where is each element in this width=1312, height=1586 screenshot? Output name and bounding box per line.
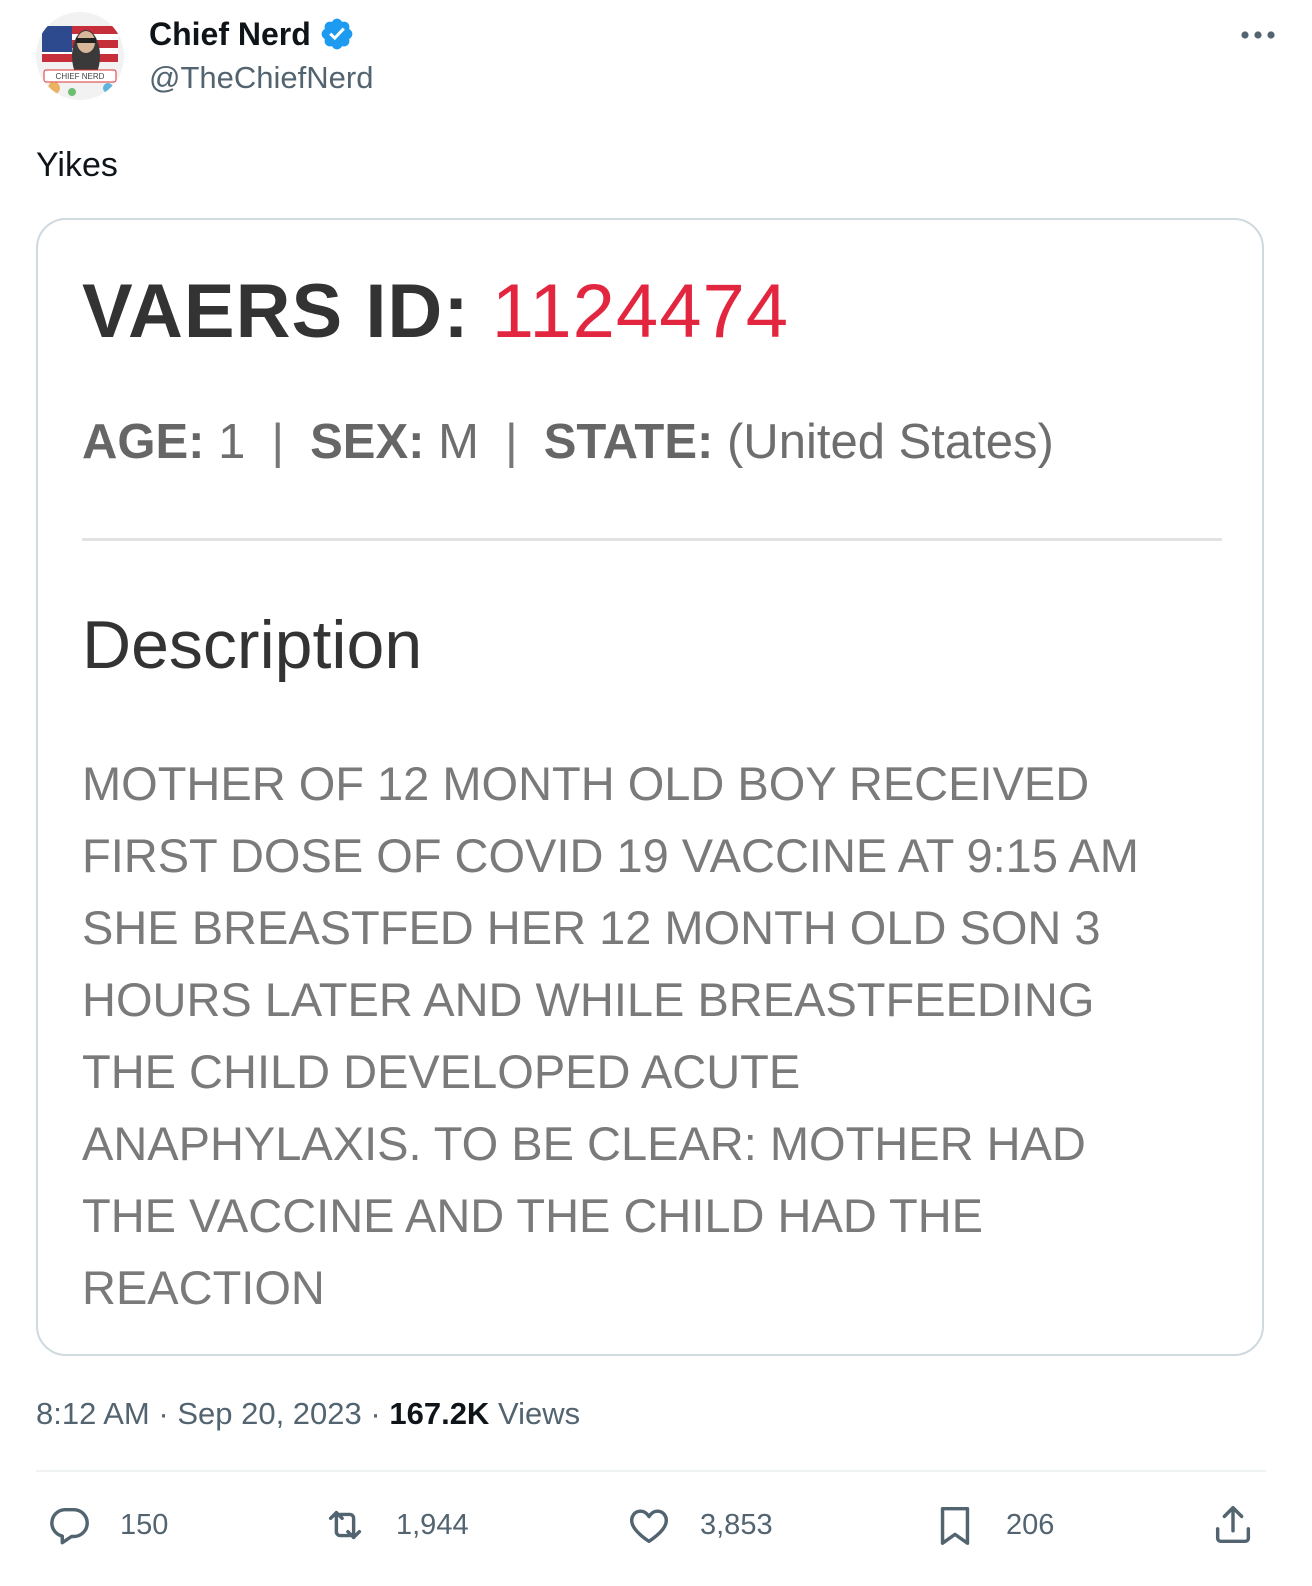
- description-line: ANAPHYLAXIS. TO BE CLEAR: MOTHER HAD: [82, 1117, 1086, 1170]
- reply-count: 150: [120, 1509, 169, 1541]
- age-value: 1: [218, 415, 246, 469]
- tweet-meta: 8:12 AM · Sep 20, 2023 · 167.2K Views: [36, 1394, 580, 1434]
- retweet-count: 1,944: [396, 1509, 469, 1541]
- reply-icon: [50, 1507, 89, 1545]
- sex-label: SEX:: [310, 415, 425, 469]
- age-label: AGE:: [82, 415, 205, 469]
- tweet: CHIEF NERD Chief Nerd @TheChiefNerd Yike…: [0, 0, 1312, 1586]
- patient-meta-row: AGE: 1 | SEX: M | STATE: (United States): [82, 414, 1054, 470]
- dot-separator: ·: [370, 1396, 381, 1431]
- views-label: Views: [497, 1396, 581, 1431]
- tweet-date[interactable]: Sep 20, 2023: [177, 1396, 361, 1431]
- display-name[interactable]: Chief Nerd: [149, 14, 311, 54]
- dot-separator: ·: [158, 1396, 169, 1431]
- media-image[interactable]: VAERS ID: 1124474 AGE: 1 | SEX: M | STATE: (…: [36, 218, 1264, 1356]
- divider: [82, 538, 1222, 541]
- more-options-icon[interactable]: [1236, 20, 1280, 50]
- handle[interactable]: @TheChiefNerd: [149, 58, 373, 98]
- share-icon: [1215, 1506, 1251, 1544]
- avatar[interactable]: CHIEF NERD: [36, 12, 124, 100]
- description-line: THE CHILD DEVELOPED ACUTE: [82, 1045, 801, 1098]
- share-button[interactable]: [1210, 1500, 1256, 1550]
- separator: |: [504, 415, 518, 469]
- heart-icon: [630, 1509, 668, 1544]
- like-count: 3,853: [700, 1509, 773, 1541]
- reply-button[interactable]: 150: [46, 1500, 168, 1550]
- description-line: FIRST DOSE OF COVID 19 VACCINE AT 9:15 A…: [82, 829, 1139, 882]
- description-body: MOTHER OF 12 MONTH OLD BOY RECEIVED FIRS…: [82, 748, 1222, 1324]
- bookmark-button[interactable]: 206: [932, 1500, 1054, 1550]
- state-label: STATE:: [543, 415, 714, 469]
- sex-value: M: [438, 415, 479, 469]
- views-count[interactable]: 167.2K: [389, 1396, 489, 1431]
- vaers-title: VAERS ID: 1124474: [82, 268, 789, 355]
- description-line: SHE BREASTFED HER 12 MONTH OLD SON 3: [82, 901, 1101, 954]
- description-line: MOTHER OF 12 MONTH OLD BOY RECEIVED: [82, 757, 1090, 810]
- avatar-icon: CHIEF NERD: [36, 12, 124, 100]
- tweet-time[interactable]: 8:12 AM: [36, 1396, 150, 1431]
- description-line: THE VACCINE AND THE CHILD HAD THE: [82, 1189, 983, 1242]
- retweet-button[interactable]: 1,944: [322, 1500, 469, 1550]
- state-value: (United States): [726, 415, 1054, 469]
- bookmark-icon: [940, 1506, 970, 1545]
- vaers-label: VAERS ID:: [82, 269, 470, 354]
- avatar-text: CHIEF NERD: [56, 72, 105, 81]
- divider: [36, 1470, 1266, 1472]
- tweet-text: Yikes: [36, 146, 118, 184]
- description-line: REACTION: [82, 1261, 325, 1314]
- vaers-id-value: 1124474: [491, 269, 789, 354]
- description-heading: Description: [82, 607, 423, 683]
- verified-badge-icon: [321, 18, 353, 50]
- description-line: HOURS LATER AND WHILE BREASTFEEDING: [82, 973, 1095, 1026]
- author-name-row: Chief Nerd: [149, 14, 355, 54]
- like-button[interactable]: 3,853: [626, 1500, 773, 1550]
- separator: |: [271, 415, 285, 469]
- retweet-icon: [328, 1510, 362, 1540]
- bookmark-count: 206: [1006, 1509, 1055, 1541]
